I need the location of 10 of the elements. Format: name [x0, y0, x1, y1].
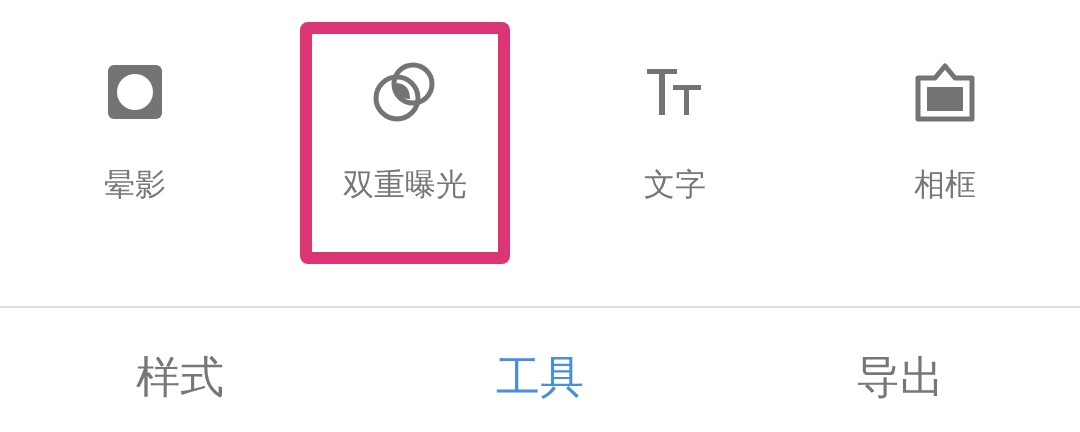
tool-label[interactable]: 相框 — [914, 164, 976, 206]
frame-icon — [914, 61, 976, 123]
vignette-icon — [107, 64, 163, 120]
tab[interactable]: 工具 — [496, 348, 584, 407]
tab[interactable]: 导出 — [856, 348, 944, 407]
tool-label[interactable]: 晕影 — [104, 164, 166, 206]
tool-label[interactable]: 双重曝光 — [343, 164, 467, 206]
text-size-icon — [647, 67, 703, 117]
tool-label[interactable]: 文字 — [644, 164, 706, 206]
tab[interactable]: 样式 — [136, 348, 224, 407]
